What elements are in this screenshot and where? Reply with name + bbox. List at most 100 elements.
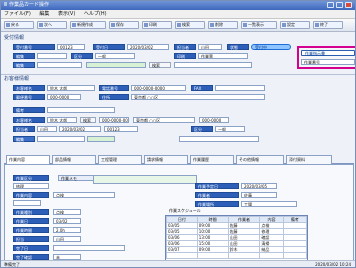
customer-name-field-2[interactable]: 鈴木 太郎 [47,117,77,123]
panel-field-0[interactable]: 修理 [13,183,49,189]
menu-file[interactable]: ファイル(F) [4,11,31,17]
memo-field[interactable] [47,107,115,113]
edit-label: 編集 [13,53,35,59]
panel-label-0: 作業区分 [13,175,49,181]
edit-field-row3[interactable] [37,62,82,68]
panel-field-6[interactable] [53,245,125,251]
lookup-button-2[interactable]: 検索 [80,117,96,123]
fax-field[interactable] [215,85,265,91]
group-field-2[interactable]: 一般 [215,126,245,132]
tab-parts[interactable]: 部品情報 [52,155,96,164]
toolbar-next-label: 次へ [44,22,52,27]
receipt-date-field-2[interactable]: 2020/03/02 [59,126,101,132]
panel-field-1[interactable] [13,200,41,206]
highlighted-work-order-box: 作業指示書 作業番号 [297,46,355,69]
print-field[interactable]: 作業票 [198,53,248,59]
customer-name-field[interactable]: 鈴木 太郎 [47,85,95,91]
right-field-2[interactable]: 工場 [241,201,297,207]
edit-label-3: 編集 [13,136,35,142]
application-window: { "titlebar": {"title": "Ⅲ 作業品カード操作"}, "… [0,0,356,268]
zip-field[interactable]: 000-0000 [47,94,81,100]
receipt-no-field[interactable]: 00123 [57,44,85,50]
phone-field-2[interactable]: 000-0000-0000 [99,117,129,123]
panel-field-4[interactable]: 2.0h [53,227,81,233]
detail-tabs: 作業内容 部品情報 工程管理 請求情報 作業履歴 その他情報 添付資料 [4,155,354,164]
status-right-text: 2020/03/02 10:24 [315,262,351,267]
address-field[interactable]: 東京都 ○○区 [131,94,265,100]
panel-label-2: 作業種別 [13,209,49,215]
address-label: 住所 [99,94,129,100]
toolbar-next-button[interactable]: 次へ [37,21,67,29]
zip-label: 郵便番号 [13,94,45,100]
fax-label: FAX [191,85,213,91]
panel-field-3[interactable]: 03/02 [53,218,81,224]
panel-field-2[interactable]: 点検 [53,209,81,215]
toolbar-back-button[interactable]: 戻る [4,21,34,29]
group-field[interactable]: 一般 [95,53,135,59]
maximize-button[interactable] [336,2,343,8]
right-field-0[interactable]: 2020/03/05 [241,183,277,189]
toolbar-new-label: 新規作成 [77,22,93,27]
right-field-1[interactable]: 佐藤 [241,192,277,198]
toolbar-exit-button[interactable]: 終了 [313,21,343,29]
section-header-title: 受付情報 [4,35,25,41]
toolbar-save-button[interactable]: 保存 [109,21,139,29]
menu-view[interactable]: 表示(V) [58,11,75,17]
panel-field-5[interactable]: 山田 [53,236,81,242]
staff-field-2[interactable]: 山田 [37,126,57,132]
new-icon [72,23,76,27]
status-label: 状態 [227,44,249,50]
table-row[interactable] [166,252,308,259]
panel-field-1b[interactable]: 点検 [53,192,115,198]
table-cell [259,252,284,259]
phone-field[interactable]: 000-0000-0000 [131,85,186,91]
address-field-2[interactable]: 東京都 ○○区 [133,117,195,123]
delete-icon [210,23,214,27]
minimize-button[interactable] [327,2,334,8]
zip-field-2[interactable]: 000-0000 [199,117,229,123]
table-cell [227,252,261,259]
info-field-green[interactable] [86,62,146,68]
edit-field-3[interactable] [37,136,85,142]
tab-billing[interactable]: 請求情報 [144,155,188,164]
tab-other[interactable]: その他情報 [236,155,284,164]
tab-work[interactable]: 作業内容 [6,155,50,164]
right-label-0: 作業予定日 [195,183,239,189]
lookup-button[interactable]: 検索 [149,62,171,68]
description-field[interactable] [174,62,252,68]
panel-label-5: 担当 [13,236,49,242]
toolbar-new-button[interactable]: 新規作成 [70,21,106,29]
staff-label: 担当者 [174,44,196,50]
tab-history[interactable]: 作業履歴 [190,155,234,164]
window-title: Ⅲ 作業品カード操作 [4,2,50,8]
table-cell [166,252,198,259]
exit-icon [315,23,319,27]
close-button[interactable] [345,2,352,8]
receipt-no-label: 受付番号 [13,44,55,50]
work-order-number-field[interactable]: 作業番号 [301,59,355,65]
receipt-no-field-2[interactable]: 00123 [104,126,138,132]
customer-name-label-2: お客様名 [13,117,45,123]
toolbar-search-button[interactable]: 検索 [175,21,205,29]
info-field-green-2[interactable] [87,136,115,142]
menu-bar: ファイル(F) 編集 表示(V) ヘルプ(H) [1,10,355,19]
toolbar-delete-button[interactable]: 削除 [208,21,238,29]
toolbar-settings-button[interactable]: 設定 [280,21,310,29]
toolbar-list-button[interactable]: 一覧表示 [241,21,277,29]
work-order-title[interactable]: 作業指示書 [301,50,355,56]
toolbar-list-label: 一覧表示 [248,22,264,27]
phone-label: 電話番号 [99,85,129,91]
receipt-date-field[interactable]: 2020/03/02 [127,44,169,50]
menu-help[interactable]: ヘルプ(H) [84,11,107,17]
tab-attachments[interactable]: 添付資料 [286,155,332,164]
staff-field[interactable]: 山田 [198,44,222,50]
panel-label-3: 作業日 [13,218,49,224]
menu-edit[interactable]: 編集 [39,11,49,17]
memo-text[interactable] [93,175,197,184]
description-field-2[interactable] [179,136,259,142]
tab-process[interactable]: 工程管理 [98,155,142,164]
save-icon [111,23,115,27]
next-icon [39,23,43,27]
edit-field[interactable] [37,53,67,59]
toolbar-print-button[interactable]: 印刷 [142,21,172,29]
